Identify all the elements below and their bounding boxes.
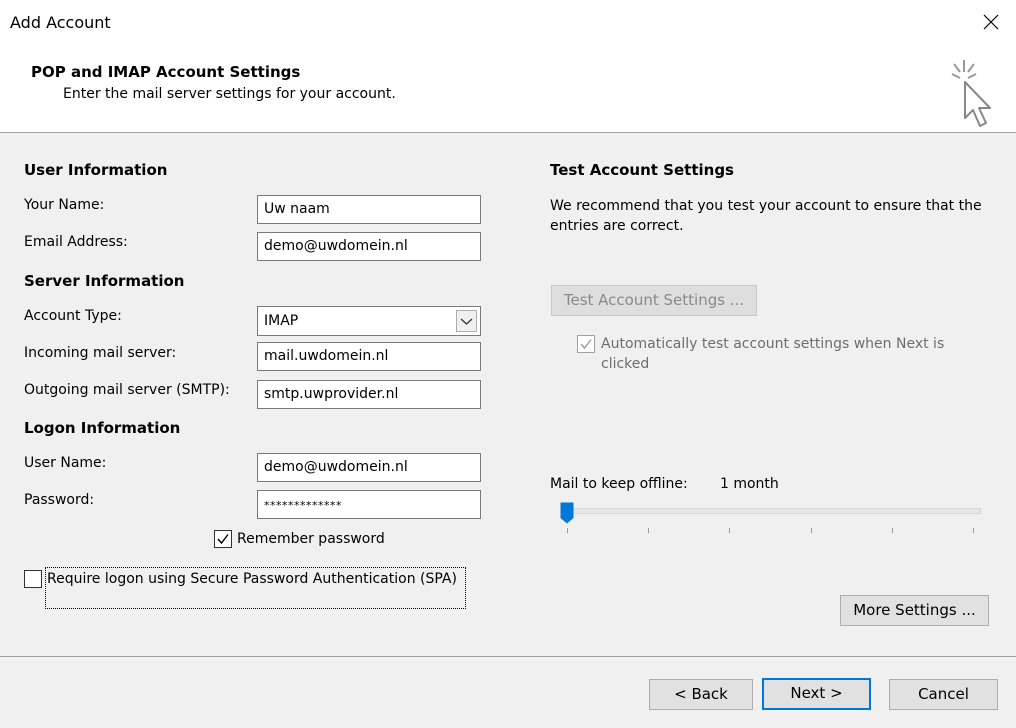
your-name-label: Your Name: <box>24 197 105 213</box>
spa-checkbox[interactable] <box>24 570 42 588</box>
magic-cursor-icon <box>951 60 991 127</box>
slider-tick <box>892 528 893 533</box>
title-bar: Add Account <box>0 0 1016 48</box>
close-icon[interactable] <box>980 11 1002 33</box>
more-settings-button[interactable]: More Settings ... <box>840 595 989 626</box>
chevron-down-icon[interactable] <box>456 310 477 332</box>
mail-offline-label: Mail to keep offline: <box>550 476 688 492</box>
auto-test-label[interactable]: Automatically test account settings when… <box>601 334 971 374</box>
outgoing-server-label: Outgoing mail server (SMTP): <box>24 382 230 398</box>
window-title: Add Account <box>10 13 111 32</box>
test-settings-description: We recommend that you test your account … <box>550 198 982 234</box>
slider-tick <box>729 528 730 533</box>
password-label: Password: <box>24 492 95 508</box>
page-subtitle: Enter the mail server settings for your … <box>63 86 396 102</box>
incoming-server-input[interactable]: mail.uwdomein.nl <box>257 342 481 371</box>
password-input[interactable]: ************* <box>257 490 481 519</box>
user-name-label: User Name: <box>24 455 107 471</box>
test-settings-heading: Test Account Settings <box>550 161 734 179</box>
email-address-input[interactable]: demo@uwdomein.nl <box>257 232 481 261</box>
mail-offline-value: 1 month <box>720 476 779 492</box>
next-button[interactable]: Next > <box>762 678 871 710</box>
slider-tick <box>973 528 974 533</box>
email-address-label: Email Address: <box>24 234 128 250</box>
user-info-heading: User Information <box>24 161 168 179</box>
server-info-heading: Server Information <box>24 272 185 290</box>
account-type-value: IMAP <box>264 313 299 329</box>
account-type-label: Account Type: <box>24 308 122 324</box>
slider-tick <box>567 528 568 533</box>
your-name-input[interactable]: Uw naam <box>257 195 481 224</box>
outgoing-server-input[interactable]: smtp.uwprovider.nl <box>257 380 481 409</box>
wizard-header: POP and IMAP Account Settings Enter the … <box>0 48 1016 133</box>
remember-password-label[interactable]: Remember password <box>237 531 385 547</box>
user-name-input[interactable]: demo@uwdomein.nl <box>257 453 481 482</box>
back-button[interactable]: < Back <box>649 679 753 710</box>
remember-password-checkbox[interactable] <box>214 530 232 548</box>
test-account-settings-button[interactable]: Test Account Settings ... <box>551 285 757 316</box>
incoming-server-label: Incoming mail server: <box>24 345 177 361</box>
mail-offline-slider-thumb[interactable] <box>560 502 574 524</box>
spa-label[interactable]: Require logon using Secure Password Auth… <box>47 569 465 589</box>
footer-divider <box>0 656 1016 657</box>
account-type-select[interactable]: IMAP <box>257 306 481 336</box>
logon-info-heading: Logon Information <box>24 419 181 437</box>
cancel-button[interactable]: Cancel <box>889 679 998 710</box>
auto-test-checkbox[interactable] <box>577 335 595 353</box>
slider-tick <box>648 528 649 533</box>
mail-offline-slider-track[interactable] <box>567 508 981 514</box>
slider-tick <box>811 528 812 533</box>
page-title: POP and IMAP Account Settings <box>31 63 301 81</box>
